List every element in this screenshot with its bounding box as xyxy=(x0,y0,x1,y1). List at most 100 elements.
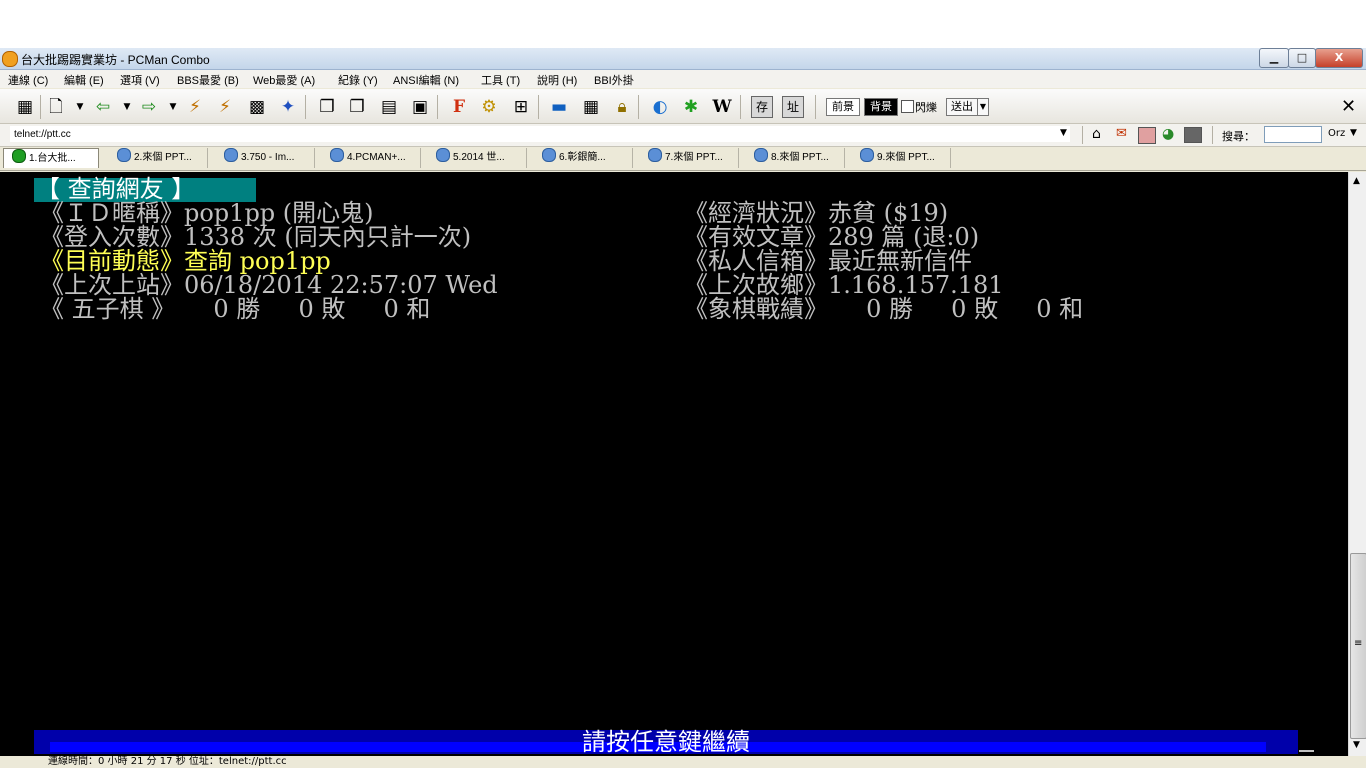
forward-dropdown-icon[interactable]: ▼ xyxy=(162,96,184,118)
lock-icon[interactable]: 🔒︎ xyxy=(611,96,633,118)
tab-1[interactable]: 1.台大批... xyxy=(3,148,99,168)
menu-bbs-favorites[interactable]: BBS最愛 (B) xyxy=(177,72,239,88)
press-any-key-prompt: 請按任意鍵繼續 xyxy=(582,728,750,756)
menu-tools[interactable]: 工具 (T) xyxy=(481,72,520,88)
app-icon xyxy=(2,51,18,67)
tab-3[interactable]: 3.750 - Im... xyxy=(210,148,315,168)
search-engine-label[interactable]: Orz xyxy=(1328,128,1345,139)
bookmark-icon[interactable]: ✦ xyxy=(277,96,299,118)
page-icon xyxy=(224,148,238,162)
page-icon xyxy=(436,148,450,162)
blink-checkbox[interactable] xyxy=(901,100,914,113)
minimize-button[interactable]: ▁ xyxy=(1259,48,1289,68)
terminal-icon[interactable] xyxy=(1184,127,1202,143)
tab-2[interactable]: 2.來個 PPT... xyxy=(103,148,208,168)
resize-icon[interactable]: ⊞ xyxy=(510,96,532,118)
maximize-button[interactable]: □ xyxy=(1288,48,1316,68)
close-button[interactable]: X xyxy=(1315,48,1363,68)
terminal-scrollbar[interactable]: ▲ ≡ ▼ xyxy=(1348,172,1366,756)
address-bar: ▼ ⌂ ✉ ◕ 搜尋： Orz ▼ xyxy=(0,124,1366,147)
grip-icon: ≡ xyxy=(1354,638,1363,649)
tab-6[interactable]: 6.彰銀簡... xyxy=(528,148,633,168)
send-button[interactable]: 送出 xyxy=(946,98,978,116)
wikipedia-icon[interactable]: W xyxy=(711,96,733,118)
menu-options[interactable]: 選項 (V) xyxy=(120,72,160,88)
search-engine-dropdown-icon[interactable]: ▼ xyxy=(1350,128,1357,138)
scroll-down-icon[interactable]: ▼ xyxy=(1353,740,1360,750)
menu-web-favorites[interactable]: Web最愛 (A) xyxy=(253,72,315,88)
plugin-icon[interactable]: ✱ xyxy=(680,96,702,118)
disconnect-icon[interactable]: ⚡ xyxy=(184,96,206,118)
prompt-bar[interactable]: 請按任意鍵繼續 xyxy=(34,730,1298,754)
page-icon xyxy=(330,148,344,162)
toolbar: ▦ 🗋 ▼ ⇦ ▼ ⇨ ▼ ⚡ ⚡ ▩ ✦ ❐ ❐ ▤ ▣ F ⚙ ⊞ ▬ ▦ … xyxy=(0,89,1366,124)
back-arrow-icon[interactable]: ⇦ xyxy=(92,96,114,118)
info-line-5-left: 《 五子棋 》 0 勝 0 敗 0 和 xyxy=(40,295,431,323)
status-bar: 連線時間：0 小時 21 分 17 秒 位址：telnet://ptt.cc xyxy=(0,756,1366,768)
title-bar: 台大批踢踢實業坊 - PCMan Combo ▁ □ X xyxy=(0,48,1366,70)
address-dropdown-icon[interactable]: ▼ xyxy=(1060,128,1067,138)
menu-ansi-edit[interactable]: ANSI編輯 (N) xyxy=(393,72,459,88)
image-viewer-icon[interactable]: ▬ xyxy=(548,96,570,118)
new-connection-dropdown-icon[interactable]: ▼ xyxy=(69,96,91,118)
window-title: 台大批踢踢實業坊 - PCMan Combo xyxy=(21,53,210,67)
paste-ansi-icon[interactable]: ▤ xyxy=(378,96,400,118)
page-icon xyxy=(117,148,131,162)
tab-4[interactable]: 4.PCMAN+... xyxy=(316,148,421,168)
menu-connection[interactable]: 連線 (C) xyxy=(8,72,48,88)
search-input[interactable] xyxy=(1264,126,1322,143)
menu-log[interactable]: 紀錄 (Y) xyxy=(338,72,378,88)
blink-label: 閃爍 xyxy=(915,101,937,114)
find-icon[interactable]: ▣ xyxy=(409,96,431,118)
stop-icon[interactable] xyxy=(1138,127,1156,144)
browser-icon[interactable]: ◐ xyxy=(649,96,671,118)
query-user-header: 【 查詢網友 】 xyxy=(36,175,196,203)
reconnect-icon[interactable]: ⚡ xyxy=(214,96,236,118)
address-button[interactable]: 址 xyxy=(782,96,804,118)
settings-icon[interactable]: ⚙ xyxy=(478,96,500,118)
menu-help[interactable]: 說明 (H) xyxy=(537,72,577,88)
send-dropdown-icon[interactable]: ▼ xyxy=(977,98,989,116)
forward-arrow-icon[interactable]: ⇨ xyxy=(138,96,160,118)
page-icon xyxy=(648,148,662,162)
info-line-1-left: 《ＩＤ暱稱》pop1pp (開心鬼) xyxy=(40,199,374,227)
page-icon xyxy=(754,148,768,162)
site-list-icon[interactable]: ▦ xyxy=(14,96,36,118)
tab-7[interactable]: 7.來個 PPT... xyxy=(634,148,739,168)
info-line-2-right: 《有效文章》289 篇 (退:0) xyxy=(684,223,980,251)
home-icon[interactable]: ⌂ xyxy=(1092,126,1101,142)
tab-bar: 1.台大批... 2.來個 PPT... 3.750 - Im... 4.PCM… xyxy=(0,147,1366,171)
paste-icon[interactable]: ❐ xyxy=(346,96,368,118)
app-window: 台大批踢踢實業坊 - PCMan Combo ▁ □ X 連線 (C) 編輯 (… xyxy=(0,48,1366,768)
background-color-button[interactable]: 背景 xyxy=(864,98,898,116)
toolbar-close-button[interactable]: ✕ xyxy=(1341,96,1356,117)
page-icon xyxy=(542,148,556,162)
font-icon[interactable]: F xyxy=(448,96,470,118)
address-input[interactable] xyxy=(10,126,1070,142)
copy-icon[interactable]: ❐ xyxy=(316,96,338,118)
search-label: 搜尋： xyxy=(1222,130,1255,143)
scroll-thumb[interactable]: ≡ xyxy=(1350,553,1366,739)
code-convert-icon[interactable]: ▦ xyxy=(580,96,602,118)
globe-icon[interactable]: ◕ xyxy=(1162,126,1174,142)
mail-icon[interactable]: ✉ xyxy=(1116,126,1127,141)
tab-8[interactable]: 8.來個 PPT... xyxy=(740,148,845,168)
scroll-up-icon[interactable]: ▲ xyxy=(1353,176,1360,186)
tab-9[interactable]: 9.來個 PPT... xyxy=(846,148,951,168)
connected-icon xyxy=(12,149,26,163)
new-connection-icon[interactable]: 🗋 xyxy=(45,96,67,118)
page-icon xyxy=(860,148,874,162)
terminal-screen[interactable]: 【 查詢網友 】 《ＩＤ暱稱》pop1pp (開心鬼) 《經濟狀況》赤貧 ($1… xyxy=(0,172,1348,756)
info-line-3-left: 《目前動態》查詢 pop1pp xyxy=(40,247,331,275)
info-line-4-left: 《上次上站》06/18/2014 22:57:07 Wed xyxy=(40,271,498,299)
info-line-3-right: 《私人信箱》最近無新信件 xyxy=(684,247,972,275)
tab-5[interactable]: 5.2014 世... xyxy=(422,148,527,168)
info-line-5-right: 《象棋戰績》 0 勝 0 敗 0 和 xyxy=(684,295,1084,323)
menu-bbi-plugin[interactable]: BBI外掛 xyxy=(594,72,634,88)
screenshot-icon[interactable]: ▩ xyxy=(246,96,268,118)
menu-edit[interactable]: 編輯 (E) xyxy=(64,72,104,88)
foreground-color-button[interactable]: 前景 xyxy=(826,98,860,116)
back-dropdown-icon[interactable]: ▼ xyxy=(116,96,138,118)
save-button[interactable]: 存 xyxy=(751,96,773,118)
info-line-1-right: 《經濟狀況》赤貧 ($19) xyxy=(684,199,949,227)
